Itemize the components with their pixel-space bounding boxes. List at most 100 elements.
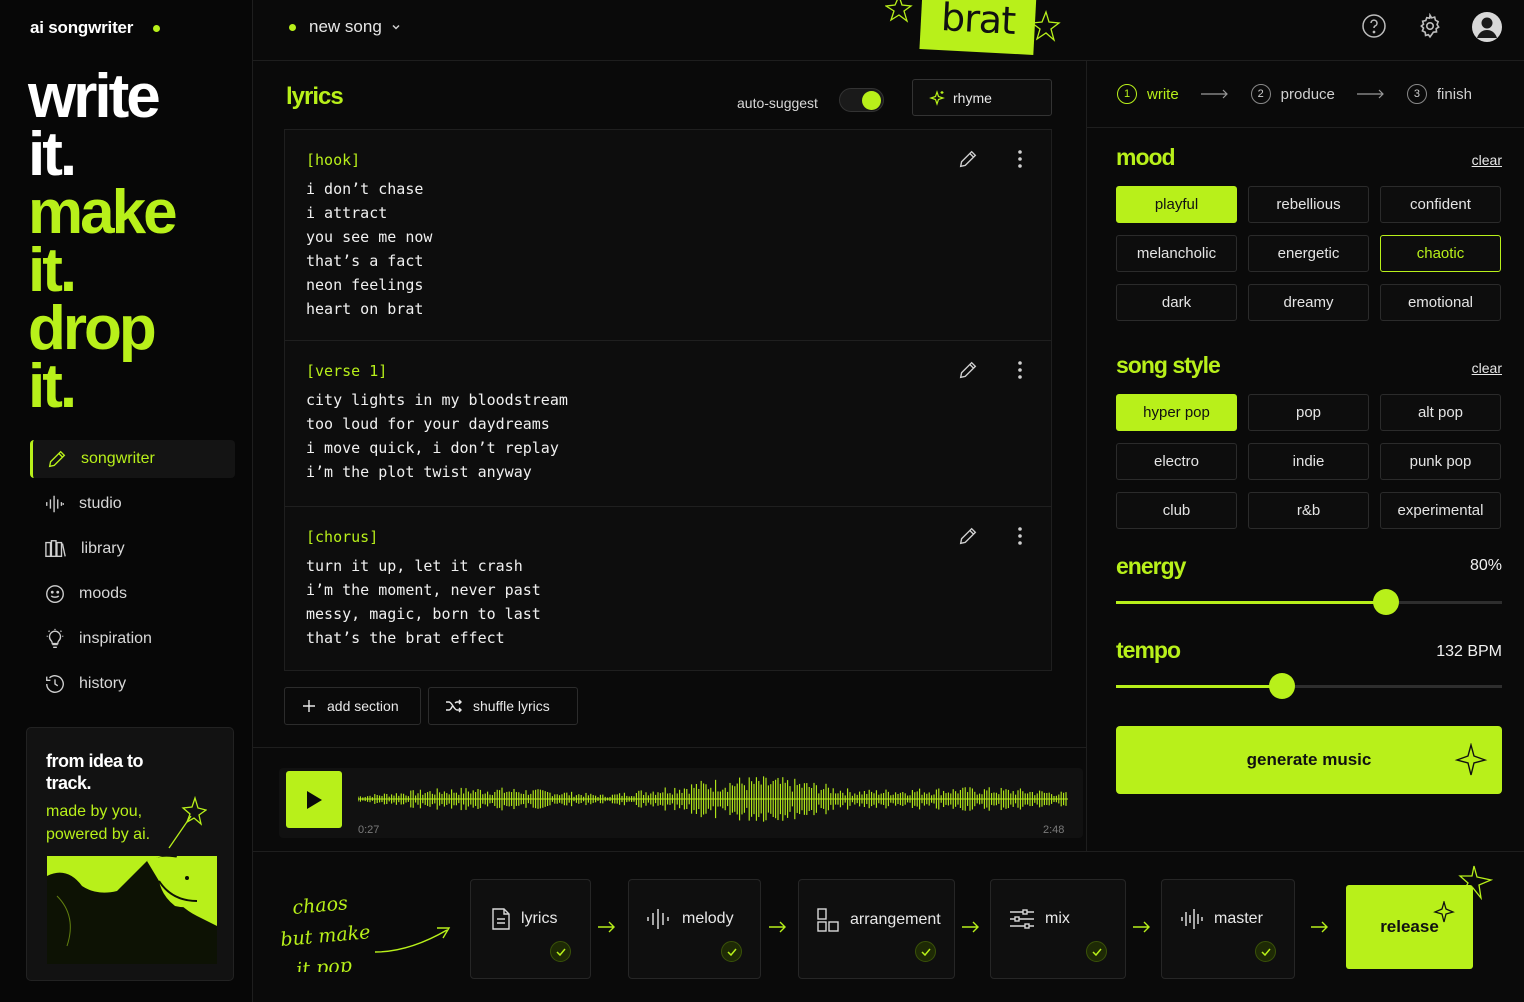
sparkle-doodle-icon xyxy=(168,796,207,849)
lyric-line: i move quick, i don’t replay xyxy=(306,439,559,457)
rhyme-button[interactable]: rhyme xyxy=(912,79,1052,116)
energy-slider[interactable] xyxy=(1116,589,1502,615)
stage-arrangement[interactable]: arrangement xyxy=(798,879,955,979)
step-number: 1 xyxy=(1117,84,1137,104)
step-number: 2 xyxy=(1250,84,1271,104)
stage-lyrics[interactable]: lyrics xyxy=(470,879,591,979)
style-chip[interactable]: hyper pop xyxy=(1116,394,1237,431)
style-clear-link[interactable]: clear xyxy=(1472,360,1502,376)
arrow-right-icon xyxy=(769,921,786,933)
style-chip[interactable]: pop xyxy=(1248,394,1369,431)
style-chip[interactable]: r&b xyxy=(1248,492,1369,529)
avatar-icon[interactable] xyxy=(1471,11,1503,43)
arrow-right-icon xyxy=(1200,89,1228,99)
settings-panel: 1 write 2 produce 3 finish mood clear pl… xyxy=(1087,61,1524,851)
slider-handle[interactable] xyxy=(1373,589,1400,615)
style-chip[interactable]: alt pop xyxy=(1380,394,1501,431)
auto-suggest-toggle[interactable] xyxy=(839,88,884,112)
generate-music-button[interactable]: generate music xyxy=(1116,726,1502,794)
lyric-section-verse[interactable]: [verse 1] city lights in my bloodstream … xyxy=(285,341,1051,507)
slider-fill xyxy=(1116,685,1282,688)
section-tag: [verse 1] xyxy=(306,362,388,380)
nav-item-songwriter[interactable]: songwriter xyxy=(30,440,235,478)
star-doodle-icon xyxy=(1458,865,1494,900)
mood-chip[interactable]: chaotic xyxy=(1380,235,1501,272)
lyric-section-hook[interactable]: [hook] i don’t chase i attract you see m… xyxy=(285,130,1051,341)
step-finish[interactable]: 3 finish xyxy=(1406,84,1472,104)
nav-label: inspiration xyxy=(79,630,152,647)
more-vertical-icon[interactable] xyxy=(1015,525,1025,547)
mood-clear-link[interactable]: clear xyxy=(1472,152,1502,168)
gear-icon[interactable] xyxy=(1417,13,1443,39)
style-chip[interactable]: indie xyxy=(1248,443,1369,480)
current-time: 0:27 xyxy=(358,824,380,836)
mood-chip[interactable]: confident xyxy=(1380,186,1501,223)
slogan-line: chaos xyxy=(292,892,349,919)
waveform-icon xyxy=(647,909,669,929)
mood-chip[interactable]: melancholic xyxy=(1116,235,1237,272)
hero-line: it. xyxy=(28,352,77,421)
sidebar: ai songwriter write it. make it. drop it… xyxy=(0,0,253,1002)
hero-headline: write it. make it. drop it. xyxy=(28,66,178,421)
style-chip[interactable]: experimental xyxy=(1380,492,1501,529)
style-chip[interactable]: punk pop xyxy=(1380,443,1501,480)
nav-item-inspiration[interactable]: inspiration xyxy=(30,620,235,658)
shuffle-icon xyxy=(446,699,462,713)
release-button[interactable]: release xyxy=(1346,885,1473,969)
stage-mix[interactable]: mix xyxy=(990,879,1126,979)
stage-label: arrangement xyxy=(850,911,941,928)
more-vertical-icon[interactable] xyxy=(1015,148,1025,170)
add-section-button[interactable]: add section xyxy=(284,687,421,725)
library-icon xyxy=(45,540,66,558)
tempo-title: tempo xyxy=(1116,637,1181,663)
help-icon[interactable] xyxy=(1361,13,1387,39)
tempo-slider[interactable] xyxy=(1116,673,1502,699)
add-section-label: add section xyxy=(327,698,399,714)
nav-item-moods[interactable]: moods xyxy=(30,575,235,613)
release-label: release xyxy=(1380,917,1439,936)
lyric-sections: [hook] i don’t chase i attract you see m… xyxy=(284,129,1052,671)
style-chip[interactable]: club xyxy=(1116,492,1237,529)
arrow-right-icon xyxy=(598,921,615,933)
nav-item-studio[interactable]: studio xyxy=(30,485,235,523)
star-doodle-icon xyxy=(885,0,913,23)
brand-dot xyxy=(153,24,161,32)
mood-chip[interactable]: rebellious xyxy=(1248,186,1369,223)
edit-icon[interactable] xyxy=(957,359,979,381)
lyric-section-chorus[interactable]: [chorus] turn it up, let it crash i’m th… xyxy=(285,507,1051,670)
step-write[interactable]: 1 write xyxy=(1117,84,1179,104)
slider-fill xyxy=(1116,601,1387,604)
hero-line: it. xyxy=(28,236,77,305)
song-selector[interactable]: new song xyxy=(289,17,402,37)
mood-chip[interactable]: emotional xyxy=(1380,284,1501,321)
slider-handle[interactable] xyxy=(1268,673,1295,699)
app-brand[interactable]: ai songwriter xyxy=(30,18,161,38)
step-produce[interactable]: 2 produce xyxy=(1250,84,1335,104)
arrow-right-icon xyxy=(1356,89,1384,99)
nav-item-history[interactable]: history xyxy=(30,665,235,703)
more-vertical-icon[interactable] xyxy=(1015,359,1025,381)
edit-icon[interactable] xyxy=(957,148,979,170)
mood-chip[interactable]: energetic xyxy=(1248,235,1369,272)
waveform[interactable] xyxy=(358,773,1068,825)
mood-chips: playful rebellious confident melancholic… xyxy=(1116,186,1502,321)
play-button[interactable] xyxy=(286,771,342,828)
section-tag: [chorus] xyxy=(306,528,379,546)
history-icon xyxy=(46,675,64,693)
stage-melody[interactable]: melody xyxy=(628,879,761,979)
promo-photo xyxy=(47,856,217,964)
style-chip[interactable]: electro xyxy=(1116,443,1237,480)
nav-label: history xyxy=(79,675,127,692)
shuffle-lyrics-button[interactable]: shuffle lyrics xyxy=(428,687,578,725)
mood-chip[interactable]: playful xyxy=(1116,186,1237,223)
hero-line: it. xyxy=(28,120,77,189)
status-dot xyxy=(289,23,296,31)
mood-chip[interactable]: dreamy xyxy=(1248,284,1369,321)
edit-icon[interactable] xyxy=(957,525,979,547)
nav-item-library[interactable]: library xyxy=(30,530,235,568)
stage-label: master xyxy=(1214,910,1263,927)
top-bar: new song brat xyxy=(253,0,1524,61)
stage-master[interactable]: master xyxy=(1161,879,1295,979)
smiley-icon xyxy=(46,585,64,603)
mood-chip[interactable]: dark xyxy=(1116,284,1237,321)
